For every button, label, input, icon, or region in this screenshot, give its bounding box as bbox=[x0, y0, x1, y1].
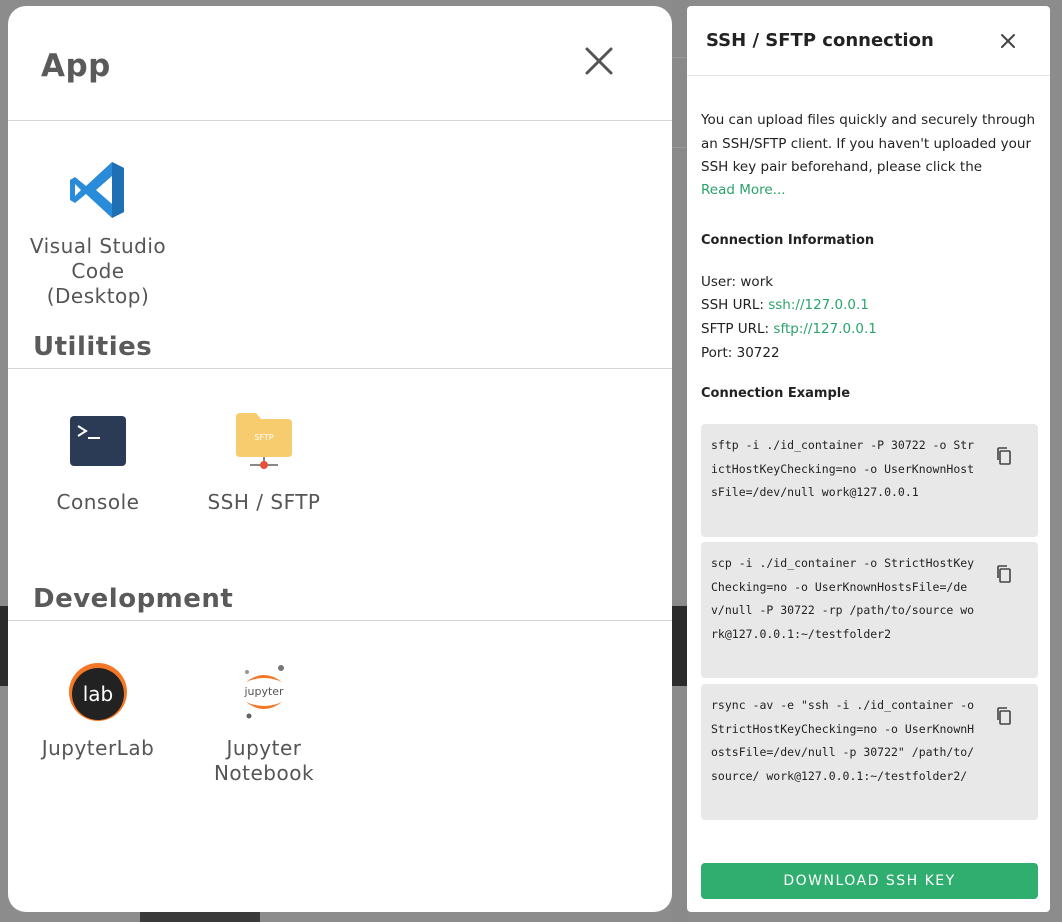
sftp-folder-icon: SFTP bbox=[236, 413, 292, 469]
ssh-url-line: SSH URL: ssh://127.0.0.1 bbox=[701, 297, 869, 313]
user-line: User: work bbox=[701, 274, 773, 290]
code-block-scp: scp -i ./id_container -o StrictHostKeyCh… bbox=[701, 542, 1038, 678]
code-block-sftp: sftp -i ./id_container -P 30722 -o Stric… bbox=[701, 424, 1038, 537]
background-strip bbox=[672, 0, 688, 922]
ssh-sftp-panel: SSH / SFTP connection You can upload fil… bbox=[687, 6, 1050, 912]
app-modal-title: App bbox=[41, 48, 111, 84]
app-tile-label: SSH / SFTP bbox=[207, 490, 321, 514]
app-tile-jupyterlab[interactable]: lab JupyterLab bbox=[18, 662, 178, 761]
app-tile-console[interactable]: Console bbox=[18, 414, 178, 515]
connection-example-title: Connection Example bbox=[701, 386, 851, 401]
read-more-link[interactable]: Read More... bbox=[701, 182, 786, 198]
divider bbox=[8, 620, 672, 621]
close-icon[interactable] bbox=[582, 44, 616, 78]
section-title-development: Development bbox=[33, 584, 234, 614]
app-tile-ssh-sftp[interactable]: SFTP SSH / SFTP bbox=[184, 411, 344, 515]
background-dark-block bbox=[672, 606, 687, 686]
sftp-url-label: SFTP URL: bbox=[701, 321, 770, 337]
ssh-description: You can upload files quickly and securel… bbox=[701, 112, 1036, 175]
code-text: sftp -i ./id_container -P 30722 -o Stric… bbox=[711, 438, 975, 499]
copy-icon[interactable] bbox=[994, 564, 1014, 584]
sftp-icon-text: SFTP bbox=[254, 433, 273, 442]
section-title-utilities: Utilities bbox=[33, 332, 153, 362]
code-block-rsync: rsync -av -e "ssh -i ./id_container -o S… bbox=[701, 684, 1038, 820]
port-line: Port: 30722 bbox=[701, 345, 780, 361]
jupyter-icon-text: jupyter bbox=[243, 685, 284, 698]
app-tile-vscode[interactable]: Visual Studio Code (Desktop) bbox=[18, 158, 178, 309]
app-tile-label: Visual Studio Code (Desktop) bbox=[29, 234, 167, 308]
background-dark-block bbox=[0, 606, 8, 686]
code-text: scp -i ./id_container -o StrictHostKeyCh… bbox=[711, 556, 975, 641]
vscode-icon bbox=[70, 162, 124, 218]
app-tile-label: JupyterLab bbox=[41, 736, 155, 760]
background-divider bbox=[672, 147, 687, 148]
terminal-icon bbox=[70, 416, 126, 466]
app-tile-jupyter-notebook[interactable]: jupyter Jupyter Notebook bbox=[184, 662, 344, 786]
copy-icon[interactable] bbox=[994, 706, 1014, 726]
app-modal: App Visual Studio Code (Desktop) Utiliti… bbox=[8, 6, 672, 912]
jupyterlab-icon: lab bbox=[69, 663, 127, 721]
sftp-url-line: SFTP URL: sftp://127.0.0.1 bbox=[701, 321, 877, 337]
download-ssh-key-button[interactable]: DOWNLOAD SSH KEY bbox=[701, 863, 1038, 899]
background-divider bbox=[672, 57, 687, 58]
port-value: 30722 bbox=[736, 345, 780, 361]
ssh-panel-title: SSH / SFTP connection bbox=[706, 30, 934, 51]
divider bbox=[8, 368, 672, 369]
sftp-url-link[interactable]: sftp://127.0.0.1 bbox=[773, 321, 876, 337]
divider bbox=[8, 120, 672, 121]
code-text: rsync -av -e "ssh -i ./id_container -o S… bbox=[711, 698, 982, 783]
jupyter-icon: jupyter bbox=[243, 665, 284, 719]
divider bbox=[687, 75, 1050, 76]
copy-icon[interactable] bbox=[994, 446, 1014, 466]
connection-info-title: Connection Information bbox=[701, 233, 875, 248]
user-value: work bbox=[740, 274, 774, 290]
app-tile-label: Jupyter Notebook bbox=[213, 736, 315, 785]
user-label: User: bbox=[701, 274, 737, 290]
port-label: Port: bbox=[701, 345, 733, 361]
background-dark-block bbox=[140, 912, 260, 922]
app-tile-label: Console bbox=[56, 490, 140, 514]
jupyterlab-icon-text: lab bbox=[83, 682, 114, 706]
ssh-url-label: SSH URL: bbox=[701, 297, 764, 313]
close-icon[interactable] bbox=[997, 30, 1019, 52]
ssh-url-link[interactable]: ssh://127.0.0.1 bbox=[768, 297, 869, 313]
